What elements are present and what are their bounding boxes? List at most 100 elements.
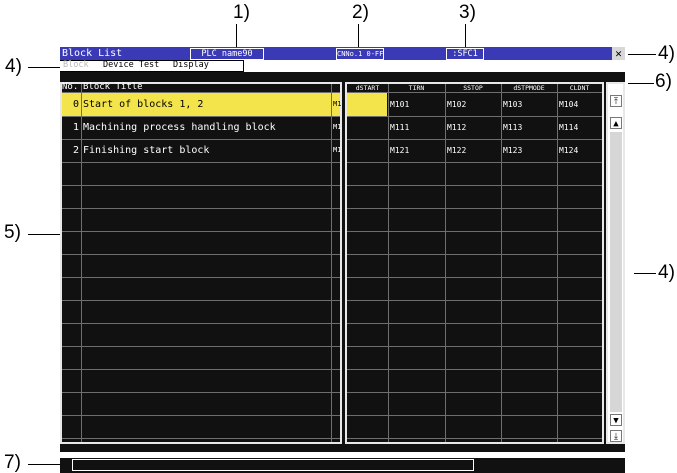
block-row[interactable]: 0 Start of blocks 1, 2 M1	[62, 93, 341, 116]
device-cell[interactable]	[347, 116, 388, 139]
callout-4-scroll: 4)	[658, 262, 675, 283]
block-title: Start of blocks 1, 2	[83, 99, 204, 110]
callout-2: 2)	[352, 2, 369, 23]
row-divider	[347, 185, 602, 186]
block-title: Machining process handling block	[83, 122, 276, 133]
row-divider	[62, 116, 340, 117]
callout-4-menu: 4)	[5, 56, 22, 77]
callout-7: 7)	[4, 452, 21, 473]
column-divider	[557, 84, 558, 442]
row-divider	[62, 139, 340, 140]
row-divider	[347, 139, 602, 140]
row-divider	[62, 185, 340, 186]
scroll-down-icon: ▼	[613, 416, 619, 426]
scroll-up-icon: ▲	[613, 119, 619, 129]
device-cell[interactable]: M121	[388, 139, 445, 162]
row-divider	[62, 392, 340, 393]
plc-name-field: PLC name90	[190, 48, 264, 60]
callout-6: 6)	[655, 71, 672, 92]
device-cell[interactable]: M122	[445, 139, 501, 162]
callout-5: 5)	[4, 222, 21, 243]
row-divider	[347, 415, 602, 416]
device-cell[interactable]	[347, 93, 388, 116]
leader-line-5	[28, 234, 60, 235]
leader-line-2	[358, 24, 359, 47]
menu-block[interactable]: Block	[63, 60, 89, 71]
leader-line-4-close	[628, 54, 656, 55]
block-row[interactable]: 1 Machining process handling block M1	[62, 116, 341, 139]
row-divider	[347, 300, 602, 301]
leader-line-4-menu	[28, 67, 60, 68]
device-cell[interactable]: M102	[445, 93, 501, 116]
column-divider	[388, 84, 389, 442]
column-divider	[81, 84, 82, 442]
scroll-bottom-icon: ⤓	[614, 432, 618, 442]
device-cell[interactable]: M114	[557, 116, 602, 139]
device-cell[interactable]: M123	[501, 139, 557, 162]
device-cell[interactable]: M101	[388, 93, 445, 116]
header-divider	[347, 92, 602, 93]
column-divider	[331, 84, 332, 442]
row-divider	[347, 369, 602, 370]
device-cell[interactable]	[347, 139, 388, 162]
header-divider	[62, 92, 340, 93]
block-mark: M1	[333, 123, 341, 131]
row-divider	[347, 208, 602, 209]
block-mark: M1	[333, 100, 341, 108]
scroll-bottom-button[interactable]: ⤓	[610, 430, 622, 442]
row-divider	[62, 231, 340, 232]
row-divider	[62, 277, 340, 278]
close-icon: ✕	[615, 47, 622, 60]
leader-line-6	[628, 83, 654, 84]
row-divider	[62, 254, 340, 255]
column-header-no: No.	[62, 82, 79, 92]
row-divider	[347, 438, 602, 439]
network-no-field: CNNo.1 0-FF/0	[336, 48, 384, 60]
block-number: 1	[72, 122, 79, 133]
menu-device-test[interactable]: Device Test	[103, 60, 159, 71]
column-divider	[445, 84, 446, 442]
row-divider	[62, 369, 340, 370]
row-divider	[347, 277, 602, 278]
column-header-block-title: Block Title	[83, 82, 143, 92]
row-divider	[347, 231, 602, 232]
callout-3: 3)	[459, 2, 476, 23]
column-divider	[501, 84, 502, 442]
row-divider	[62, 323, 340, 324]
row-divider	[347, 254, 602, 255]
row-divider	[347, 346, 602, 347]
row-divider	[347, 323, 602, 324]
device-cell[interactable]: M124	[557, 139, 602, 162]
close-button[interactable]: ✕	[612, 47, 625, 60]
callout-1: 1)	[233, 2, 250, 23]
scroll-top-icon: ⤒	[614, 97, 618, 107]
row-divider	[347, 116, 602, 117]
sfc-program-field: :SFC1	[446, 48, 484, 60]
leader-line-7	[28, 464, 60, 465]
row-divider	[347, 162, 602, 163]
row-divider	[62, 415, 340, 416]
leader-line-1	[236, 24, 237, 47]
scroll-up-button[interactable]: ▲	[610, 117, 622, 129]
row-divider	[62, 438, 340, 439]
device-cell[interactable]: M103	[501, 93, 557, 116]
scroll-top-button[interactable]: ⤒	[610, 95, 622, 107]
menu-display[interactable]: Display	[173, 60, 209, 71]
block-title: Finishing start block	[83, 145, 210, 156]
device-cell[interactable]: M112	[445, 116, 501, 139]
device-cell[interactable]: M104	[557, 93, 602, 116]
row-divider	[62, 300, 340, 301]
scrollbar-track[interactable]	[610, 132, 622, 412]
row-divider	[62, 162, 340, 163]
block-row[interactable]: 2 Finishing start block M1	[62, 139, 341, 162]
block-mark: M1	[333, 146, 341, 154]
row-divider	[62, 346, 340, 347]
status-message-field	[72, 459, 474, 471]
row-divider	[62, 208, 340, 209]
device-cell[interactable]: M113	[501, 116, 557, 139]
block-number: 2	[72, 145, 79, 156]
scroll-down-button[interactable]: ▼	[610, 414, 622, 426]
device-cell[interactable]: M111	[388, 116, 445, 139]
row-divider	[347, 392, 602, 393]
block-number: 0	[72, 99, 79, 110]
